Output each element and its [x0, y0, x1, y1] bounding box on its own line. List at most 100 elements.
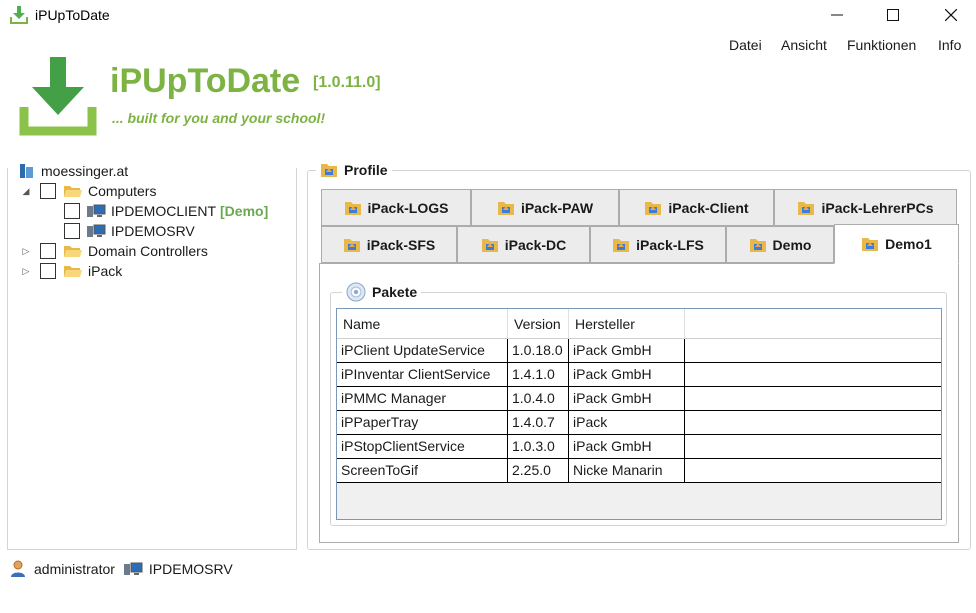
tab-label: iPack-DC — [504, 236, 567, 253]
profile-folder-icon — [321, 164, 337, 177]
packages-grid[interactable]: Name Version Hersteller iPClient UpdateS… — [336, 308, 942, 520]
close-button[interactable] — [928, 0, 974, 30]
tab-label: iPack-LOGS — [367, 199, 449, 216]
folder-open-icon — [64, 266, 82, 277]
cell-version: 1.4.0.7 — [508, 411, 569, 434]
menu-funktionen[interactable]: Funktionen — [847, 37, 916, 55]
cell-version: 1.0.18.0 — [508, 339, 569, 362]
cell-name: iPInventar ClientService — [337, 363, 508, 386]
table-row[interactable]: iPStopClientService 1.0.3.0 iPack GmbH — [337, 435, 941, 459]
tree-domain-controllers-label: Domain Controllers — [88, 243, 208, 259]
tree-item-domain-controllers[interactable]: ▷ Domain Controllers — [21, 241, 208, 261]
pakete-label: Pakete — [372, 284, 418, 300]
profile-folder-icon — [645, 201, 662, 215]
tree-server-label: IPDEMOSRV — [111, 223, 195, 239]
tree-item-ipack[interactable]: ▷ iPack — [21, 261, 122, 281]
column-header-hersteller[interactable]: Hersteller — [569, 309, 685, 339]
expand-triangle-icon[interactable]: ▷ — [21, 246, 31, 256]
logo-title: iPUpToDate — [110, 62, 301, 100]
collapse-triangle-icon[interactable]: ◢ — [21, 186, 31, 196]
status-user: administrator — [34, 561, 115, 577]
cell-hersteller: iPack — [569, 411, 685, 434]
folder-open-icon — [64, 186, 82, 197]
cell-hersteller: Nicke Manarin — [569, 459, 685, 482]
tab-label: iPack-SFS — [366, 236, 436, 253]
tab-ipack-paw[interactable]: iPack-PAW — [471, 189, 619, 226]
tab-label: iPack-LehrerPCs — [821, 199, 934, 216]
cell-hersteller: iPack GmbH — [569, 363, 685, 386]
cell-name: ScreenToGif — [337, 459, 508, 482]
tree-item-client[interactable]: IPDEMOCLIENT [Demo] — [64, 201, 268, 221]
cell-name: iPClient UpdateService — [337, 339, 508, 362]
column-header-version[interactable]: Version — [508, 309, 569, 339]
window-title: iPUpToDate — [35, 7, 110, 23]
cell-name: iPStopClientService — [337, 435, 508, 458]
logo-tagline: ... built for you and your school! — [112, 110, 326, 126]
tree-client-label: IPDEMOCLIENT — [111, 203, 217, 219]
grid-header: Name Version Hersteller — [337, 309, 941, 339]
close-icon — [945, 9, 957, 21]
tab-demo1[interactable]: Demo1 — [834, 224, 959, 264]
table-row[interactable]: iPInventar ClientService 1.4.1.0 iPack G… — [337, 363, 941, 387]
profile-folder-icon — [481, 238, 498, 252]
computer-icon — [87, 204, 106, 217]
title-bar: iPUpToDate — [0, 0, 976, 30]
tab-ipack-sfs[interactable]: iPack-SFS — [321, 226, 457, 263]
tree-ipack-label: iPack — [88, 263, 123, 279]
cell-version: 1.0.3.0 — [508, 435, 569, 458]
status-bar: administrator IPDEMOSRV — [10, 559, 233, 579]
cell-version: 1.4.1.0 — [508, 363, 569, 386]
tab-ipack-client[interactable]: iPack-Client — [619, 189, 774, 226]
logo-download-icon — [19, 57, 97, 136]
ipack-checkbox[interactable] — [40, 263, 56, 279]
client-checkbox[interactable] — [64, 203, 80, 219]
tree-root[interactable]: moessinger.at — [19, 161, 128, 181]
menu-datei[interactable]: Datei — [729, 37, 762, 55]
column-header-name[interactable]: Name — [337, 309, 508, 339]
cell-hersteller: iPack GmbH — [569, 387, 685, 410]
profile-header: Profile — [316, 160, 392, 180]
cell-version: 2.25.0 — [508, 459, 569, 482]
table-row[interactable]: iPPaperTray 1.4.0.7 iPack — [337, 411, 941, 435]
tree-item-server[interactable]: IPDEMOSRV — [64, 221, 195, 241]
tab-label: iPack-PAW — [520, 199, 594, 216]
table-row[interactable]: iPMMC Manager 1.0.4.0 iPack GmbH — [337, 387, 941, 411]
tab-ipack-lfs[interactable]: iPack-LFS — [590, 226, 726, 263]
tab-label: iPack-Client — [668, 199, 749, 216]
tree-item-computers[interactable]: ◢ Computers — [21, 181, 156, 201]
profile-folder-icon — [862, 238, 879, 251]
maximize-button[interactable] — [870, 0, 916, 30]
tab-ipack-logs[interactable]: iPack-LOGS — [321, 189, 471, 226]
status-host: IPDEMOSRV — [148, 561, 233, 577]
menu-info[interactable]: Info — [938, 37, 961, 55]
expand-triangle-icon[interactable]: ▷ — [21, 266, 31, 276]
tab-label: Demo — [772, 236, 812, 253]
cell-name: iPPaperTray — [337, 411, 508, 434]
computer-icon — [123, 562, 143, 575]
logo-version: [1.0.11.0] — [313, 74, 381, 91]
tab-ipack-lehrerpcs[interactable]: iPack-LehrerPCs — [774, 189, 957, 226]
profile-folder-icon — [798, 201, 815, 215]
tab-demo[interactable]: Demo — [726, 226, 834, 263]
demo-tag: [Demo] — [220, 203, 269, 219]
tree-root-label: moessinger.at — [41, 163, 129, 179]
cell-hersteller: iPack GmbH — [569, 339, 685, 362]
user-icon — [11, 560, 25, 577]
profile-folder-icon — [613, 238, 630, 252]
pakete-header: Pakete — [342, 280, 422, 304]
table-row[interactable]: ScreenToGif 2.25.0 Nicke Manarin — [337, 459, 941, 483]
cell-name: iPMMC Manager — [337, 387, 508, 410]
tree-computers-label: Computers — [88, 183, 157, 199]
menu-ansicht[interactable]: Ansicht — [781, 37, 827, 55]
table-row[interactable]: iPClient UpdateService 1.0.18.0 iPack Gm… — [337, 339, 941, 363]
profile-label: Profile — [344, 162, 388, 178]
domain-icon — [20, 164, 33, 178]
tab-ipack-dc[interactable]: iPack-DC — [457, 226, 590, 263]
profile-folder-icon — [343, 238, 360, 252]
computers-checkbox[interactable] — [40, 183, 56, 199]
server-checkbox[interactable] — [64, 223, 80, 239]
profile-folder-icon — [344, 201, 361, 215]
domain-controllers-checkbox[interactable] — [40, 243, 56, 259]
tab-label: iPack-LFS — [636, 236, 704, 253]
minimize-button[interactable] — [814, 0, 860, 30]
